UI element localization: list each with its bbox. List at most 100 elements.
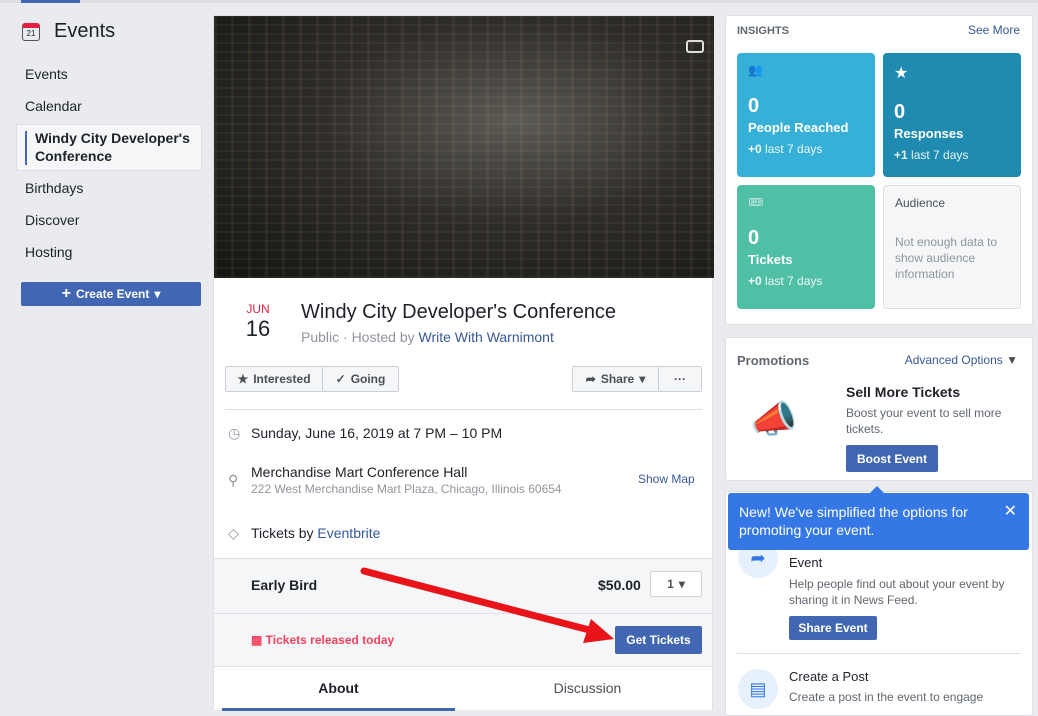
clock-icon: ◷: [228, 425, 241, 441]
event-address: 222 West Merchandise Mart Plaza, Chicago…: [251, 482, 562, 496]
tile-period: last 7 days: [907, 148, 969, 162]
share-event-text: Help people find out about your event by…: [789, 577, 1005, 607]
create-post-text: Create a post in the event to engage: [789, 690, 984, 704]
tile-label: People Reached: [748, 120, 849, 135]
event-day: 16: [245, 316, 271, 341]
sidebar-title: 21 Events: [22, 20, 115, 43]
promotion-tooltip: New! We've simplified the options for pr…: [728, 486, 1029, 550]
get-tickets-button[interactable]: Get Tickets: [615, 626, 702, 654]
caret-down-icon: ▼: [1006, 353, 1018, 367]
ticket-icon: 🎟: [748, 195, 764, 209]
ticket-section: Early Bird $50.00 1 ▾ ▦ Tickets released …: [214, 558, 712, 666]
location-pin-icon: ⚲: [228, 472, 239, 488]
tile-value: 0: [748, 227, 760, 249]
going-label: Going: [350, 372, 386, 386]
people-reached-tile[interactable]: 👥 0 People Reached +0 last 7 days: [737, 53, 875, 177]
see-more-link[interactable]: See More: [968, 23, 1020, 37]
tile-delta: +1: [894, 148, 908, 162]
interested-label: Interested: [253, 372, 311, 386]
caret-down-icon: ▾: [639, 372, 646, 386]
share-event-button[interactable]: Share Event: [789, 616, 877, 640]
tickets-by-label: Tickets by: [251, 525, 318, 541]
audience-text: Not enough data to show audience informa…: [895, 235, 998, 281]
create-post-title: Create a Post: [789, 669, 869, 684]
tile-label: Responses: [894, 126, 964, 141]
insights-title: INSIGHTS: [737, 25, 789, 37]
tile-delta: +0: [748, 274, 762, 288]
cover-photo: [214, 16, 714, 278]
share-button[interactable]: ➦ Share ▾: [572, 366, 659, 392]
tooltip-text: New! We've simplified the options for pr…: [739, 504, 968, 538]
sidebar-item-hosting[interactable]: Hosting: [16, 244, 202, 260]
share-arrow-icon: ➦: [585, 372, 596, 386]
top-bar: [0, 0, 1038, 3]
tile-period: last 7 days: [761, 274, 823, 288]
event-title: Windy City Developer's Conference: [301, 301, 617, 323]
event-month: JUN: [246, 302, 270, 316]
promotions-title: Promotions: [737, 353, 810, 368]
host-link[interactable]: Write With Warnimont: [419, 329, 554, 345]
event-privacy: Public · Hosted by: [301, 329, 419, 345]
sidebar-item-calendar[interactable]: Calendar: [16, 98, 202, 114]
ticket-icon: ◇: [228, 525, 239, 541]
sidebar-item-discover[interactable]: Discover: [16, 212, 202, 228]
camera-icon[interactable]: [686, 40, 704, 53]
sidebar-item-current-event[interactable]: Windy City Developer's Conference: [16, 124, 202, 171]
event-datetime: Sunday, June 16, 2019 at 7 PM – 10 PM: [251, 425, 503, 441]
caret-down-icon: ▾: [154, 287, 161, 301]
show-map-link[interactable]: Show Map: [638, 472, 695, 486]
plus-icon: +: [61, 285, 71, 302]
calendar-icon: 21: [22, 22, 40, 41]
divider: [225, 409, 702, 410]
boost-event-button[interactable]: Boost Event: [846, 445, 938, 472]
create-event-label: Create Event: [75, 287, 150, 301]
promotion-text: Boost your event to sell more tickets.: [846, 406, 1002, 436]
quantity-value: 1: [667, 577, 674, 591]
divider: [737, 653, 1021, 654]
promotions-card: Promotions Advanced Options ▼ 📣 Sell Mor…: [725, 337, 1033, 481]
ticket-name: Early Bird: [251, 577, 318, 593]
tickets-tile[interactable]: 🎟 0 Tickets +0 last 7 days: [737, 185, 875, 309]
insights-card: INSIGHTS See More 👥 0 People Reached +0 las…: [725, 15, 1033, 325]
share-event-title: Event: [789, 555, 823, 570]
tab-discussion[interactable]: Discussion: [471, 667, 704, 711]
annotation-arrow: [360, 567, 614, 643]
tile-period: last 7 days: [761, 142, 823, 156]
event-subtitle: Public · Hosted by Write With Warnimont: [301, 329, 554, 345]
create-event-button[interactable]: + Create Event ▾: [21, 282, 201, 306]
star-icon: ★: [237, 372, 249, 386]
tile-value: 0: [894, 101, 906, 123]
sidebar-item-birthdays[interactable]: Birthdays: [16, 180, 202, 196]
tickets-by: Tickets by Eventbrite: [251, 525, 380, 541]
post-icon: ▤: [738, 669, 778, 709]
more-options-button[interactable]: ···: [658, 366, 702, 392]
check-icon: ✓: [335, 372, 346, 386]
share-label: Share: [600, 372, 635, 386]
audience-title: Audience: [895, 196, 946, 210]
tile-delta: +0: [748, 142, 762, 156]
event-date-badge: JUN 16: [244, 302, 272, 342]
caret-down-icon: ▾: [678, 577, 685, 591]
event-venue: Merchandise Mart Conference Hall: [251, 464, 468, 480]
eventbrite-link[interactable]: Eventbrite: [317, 525, 380, 541]
quantity-select[interactable]: 1 ▾: [650, 571, 702, 597]
going-button[interactable]: ✓ Going: [322, 366, 399, 392]
people-icon: 👥: [748, 63, 763, 77]
megaphone-icon: 📣: [750, 399, 798, 441]
advanced-options-label: Advanced Options: [904, 353, 1003, 367]
star-icon: ★: [894, 65, 909, 82]
tile-value: 0: [748, 95, 760, 117]
close-icon[interactable]: ✕: [1004, 503, 1017, 521]
sidebar-item-events[interactable]: Events: [16, 66, 202, 82]
responses-tile[interactable]: ★ 0 Responses +1 last 7 days: [883, 53, 1021, 177]
calendar-icon: ▦: [251, 633, 266, 647]
tab-about[interactable]: About: [222, 667, 455, 711]
event-panel: JUN 16 Windy City Developer's Conference …: [213, 15, 714, 711]
promotion-heading: Sell More Tickets: [846, 384, 961, 400]
interested-button[interactable]: ★ Interested: [225, 366, 323, 392]
tile-label: Tickets: [748, 252, 793, 267]
sidebar-title-text: Events: [54, 20, 116, 42]
advanced-options-link[interactable]: Advanced Options ▼: [905, 353, 1018, 367]
event-tabs: About Discussion: [214, 666, 712, 711]
audience-tile: Audience Not enough data to show audience…: [883, 185, 1021, 309]
